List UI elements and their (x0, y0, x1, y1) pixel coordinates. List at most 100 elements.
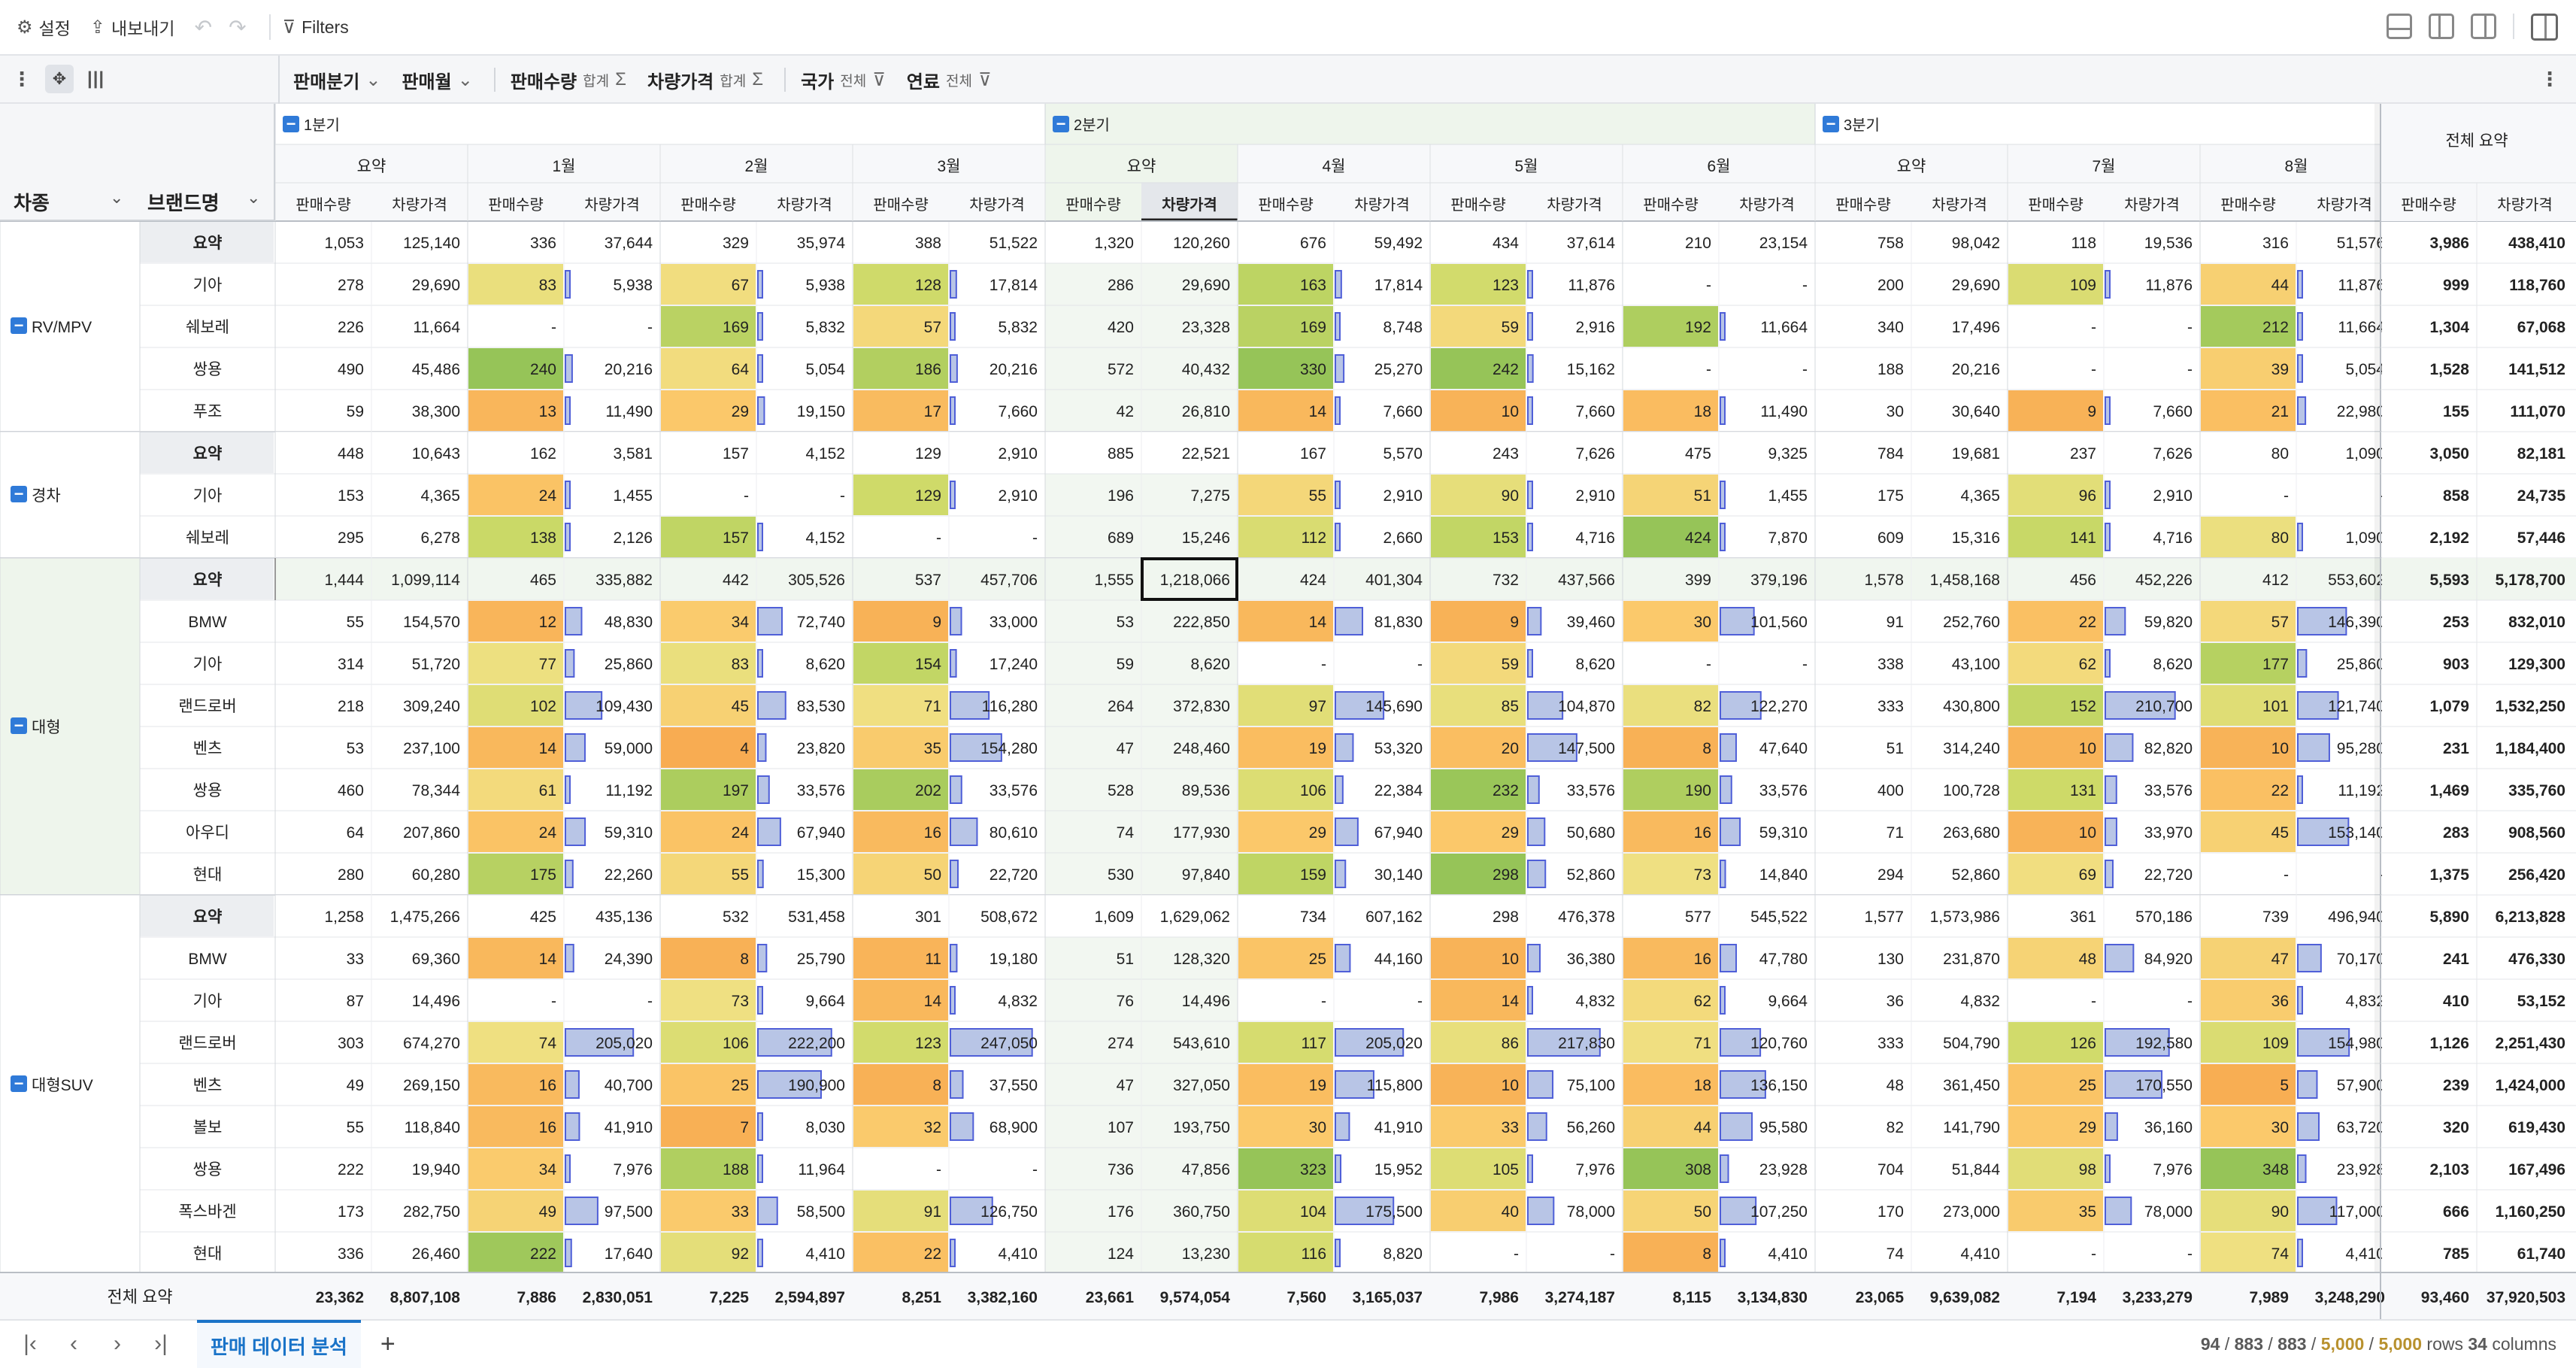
measure-label[interactable]: 판매수량 (1835, 196, 1891, 214)
cell-value[interactable]: 399 (1685, 572, 1711, 589)
quarter-label[interactable]: 1분기 (304, 117, 340, 134)
cell-value[interactable]: 19,180 (989, 951, 1038, 968)
cell-value[interactable]: 333 (1877, 698, 1904, 715)
cell-value[interactable]: 163 (1300, 277, 1326, 294)
cell-value[interactable]: 732 (1493, 572, 1519, 589)
row-brand-label[interactable]: 벤츠 (193, 740, 223, 757)
cell-value[interactable]: 40 (1502, 1203, 1519, 1221)
cell-value[interactable]: 190,900 (788, 1077, 845, 1094)
cell-value[interactable]: 15,316 (1952, 529, 2000, 547)
cell-value[interactable]: 1,455 (613, 487, 653, 505)
cell-value[interactable]: 51,720 (412, 656, 460, 673)
cell-value[interactable]: 1,577 (1864, 908, 1904, 926)
cell-value[interactable]: 101,560 (1750, 614, 1808, 631)
cell-value[interactable]: 577 (1685, 908, 1711, 926)
cell-value[interactable]: 72,740 (797, 614, 845, 631)
cell-value[interactable]: 23,820 (797, 740, 845, 757)
cell-value[interactable]: 401,304 (1365, 572, 1423, 589)
month-label[interactable]: 7월 (2093, 158, 2116, 175)
row-brand-label[interactable]: 쉐보레 (186, 319, 229, 336)
month-label[interactable]: 3월 (938, 158, 961, 175)
cell-value[interactable]: 107,250 (1750, 1203, 1808, 1221)
cell-value[interactable]: 67 (732, 277, 749, 294)
cell-value[interactable]: 531,458 (788, 908, 845, 926)
cell-value[interactable]: 73 (1694, 866, 1711, 884)
cell-value[interactable]: 25,860 (605, 656, 653, 673)
cell-value[interactable]: 247,050 (980, 1035, 1038, 1052)
cell-value[interactable]: 24 (732, 824, 750, 842)
measure-label[interactable]: 판매수량 (295, 196, 351, 214)
cell-value[interactable]: 82 (1887, 1119, 1904, 1136)
cell-value[interactable]: 15,300 (797, 866, 845, 884)
cell-value[interactable]: 22,720 (989, 866, 1038, 884)
cell-value[interactable]: 17,814 (1374, 277, 1423, 294)
cell-value[interactable]: 39 (2271, 361, 2289, 378)
cell-value[interactable]: 26,460 (412, 1245, 460, 1263)
row-brand-label[interactable]: 요약 (193, 908, 223, 926)
cell-value[interactable]: 196 (1108, 487, 1134, 505)
cell-value[interactable]: 7,626 (1575, 445, 1615, 463)
cell-value[interactable]: 186 (915, 361, 941, 378)
cell-value[interactable]: 437,566 (1558, 572, 1615, 589)
row-brand-label[interactable]: 랜드로버 (178, 698, 236, 715)
cell-value[interactable]: 530 (1108, 866, 1134, 884)
cell-value[interactable]: 7,976 (1575, 1161, 1615, 1178)
cell-value[interactable]: 45 (2271, 824, 2289, 842)
cell-value[interactable]: 30 (1887, 403, 1904, 420)
cell-value[interactable]: 217,830 (1558, 1035, 1615, 1052)
cell-value[interactable]: - (1032, 529, 1038, 547)
cell-value[interactable]: 16 (1694, 824, 1711, 842)
total-value[interactable]: 82,181 (2517, 445, 2566, 463)
cell-value[interactable]: 106 (723, 1035, 749, 1052)
cell-value[interactable]: 154 (915, 656, 941, 673)
cell-value[interactable]: 8,620 (805, 656, 845, 673)
cell-value[interactable]: 129 (915, 487, 941, 505)
cell-value[interactable]: 19 (1309, 1077, 1326, 1094)
total-value[interactable]: 239 (2443, 1077, 2469, 1094)
cell-value[interactable]: 35 (2079, 1203, 2096, 1221)
cell-value[interactable]: 11,192 (605, 782, 653, 799)
total-value[interactable]: 832,010 (2508, 614, 2565, 631)
cell-value[interactable]: 41,910 (605, 1119, 653, 1136)
cell-value[interactable]: 170,550 (2135, 1077, 2193, 1094)
cell-value[interactable]: 51 (1117, 951, 1134, 968)
cell-value[interactable]: 75,100 (1567, 1077, 1615, 1094)
cell-value[interactable]: 56,260 (1567, 1119, 1615, 1136)
cell-value[interactable]: 20,216 (1952, 361, 2000, 378)
total-value[interactable]: 118,760 (2509, 277, 2565, 294)
total-value[interactable]: 24,735 (2517, 487, 2566, 505)
cell-value[interactable]: - (1706, 656, 1711, 673)
cell-value[interactable]: 280 (338, 866, 364, 884)
cell-value[interactable]: - (2284, 487, 2289, 505)
cell-value[interactable]: 47,856 (1182, 1161, 1230, 1178)
cell-value[interactable]: 47 (1117, 1077, 1134, 1094)
totals-value[interactable]: 7,194 (2056, 1289, 2096, 1306)
cell-value[interactable]: 69,360 (412, 951, 460, 968)
cell-value[interactable]: - (936, 1161, 941, 1178)
cell-value[interactable]: 243 (1493, 445, 1519, 463)
month-label[interactable]: 4월 (1323, 158, 1346, 175)
cell-value[interactable]: 53 (347, 740, 364, 757)
cell-value[interactable]: - (1802, 277, 1808, 294)
row-brand-label[interactable]: 아우디 (186, 824, 229, 842)
cell-value[interactable]: 212 (2262, 319, 2289, 336)
cell-value[interactable]: 115,800 (1367, 1077, 1423, 1094)
total-value[interactable]: 335,760 (2508, 782, 2565, 799)
cell-value[interactable]: 1,444 (324, 572, 364, 589)
cell-value[interactable]: 42 (1117, 403, 1134, 420)
cell-value[interactable]: 298 (1493, 866, 1519, 884)
total-value[interactable]: 1,424,000 (2496, 1077, 2565, 1094)
cell-value[interactable]: 104 (1300, 1203, 1326, 1221)
month-label[interactable]: 요약 (357, 158, 386, 175)
cell-value[interactable]: 14,496 (1182, 993, 1230, 1010)
cell-value[interactable]: - (1321, 656, 1326, 673)
cell-value[interactable]: 173 (338, 1203, 364, 1221)
cell-value[interactable]: 51,844 (1952, 1161, 2001, 1178)
cell-value[interactable]: 264 (1108, 698, 1134, 715)
cell-value[interactable]: 33 (1502, 1119, 1519, 1136)
cell-value[interactable]: 1,555 (1094, 572, 1134, 589)
total-value[interactable]: 476,330 (2508, 951, 2565, 968)
cell-value[interactable]: - (551, 993, 556, 1010)
cell-value[interactable]: 59 (1502, 656, 1519, 673)
row-brand-label[interactable]: BMW (188, 951, 227, 968)
